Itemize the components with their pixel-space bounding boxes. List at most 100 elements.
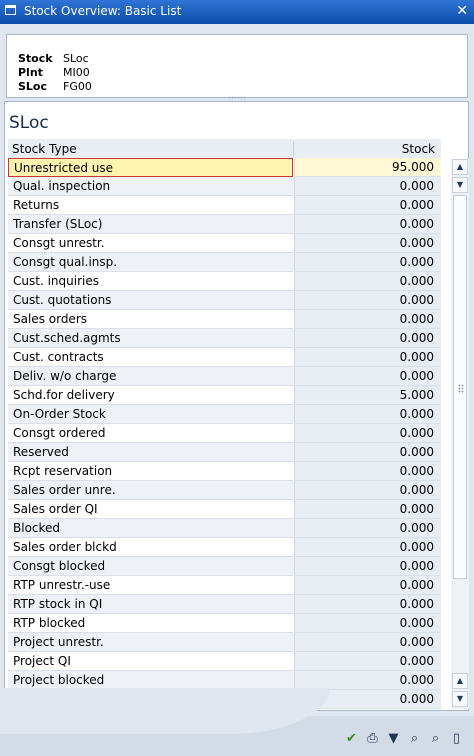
print-icon[interactable]: ⎙ <box>363 730 382 749</box>
stock-quantity-cell[interactable]: 0.000 <box>294 291 441 310</box>
stock-quantity-cell[interactable]: 0.000 <box>294 367 441 386</box>
stock-type-cell[interactable]: Project QI <box>8 652 293 671</box>
stock-type-cell[interactable]: Consgt qual.insp. <box>8 253 293 272</box>
stock-type-cell[interactable]: RTP unrestr.-use <box>8 576 293 595</box>
table-row[interactable]: RTP stock in QI 0.000 <box>8 595 441 614</box>
stock-quantity-cell[interactable]: 0.000 <box>294 196 441 215</box>
table-row[interactable]: Project unrestr. 0.000 <box>8 633 441 652</box>
stock-type-cell[interactable]: Cust. quotations <box>8 291 293 310</box>
table-row[interactable]: Deliv. w/o charge 0.000 <box>8 367 441 386</box>
stock-type-cell[interactable]: On-Order Stock <box>8 405 293 424</box>
stock-type-cell[interactable]: Sales orders <box>8 310 293 329</box>
table-row[interactable]: Sales order blckd 0.000 <box>8 538 441 557</box>
stock-quantity-cell[interactable]: 0.000 <box>294 557 441 576</box>
stock-type-cell[interactable]: Consgt ordered <box>8 424 293 443</box>
stock-quantity-cell[interactable]: 0.000 <box>294 652 441 671</box>
stock-quantity-cell[interactable]: 0.000 <box>294 614 441 633</box>
find-icon[interactable]: ⌕ <box>405 730 424 749</box>
table-row[interactable]: Consgt qual.insp. 0.000 <box>8 253 441 272</box>
table-row[interactable]: Reserved 0.000 <box>8 443 441 462</box>
scroll-thumb[interactable] <box>453 195 467 579</box>
stock-quantity-cell[interactable]: 0.000 <box>294 538 441 557</box>
confirm-icon[interactable]: ✔ <box>342 730 361 749</box>
table-row[interactable]: Blocked 0.000 <box>8 519 441 538</box>
table-row[interactable]: Sales order unre. 0.000 <box>8 481 441 500</box>
stock-quantity-cell[interactable]: 0.000 <box>294 329 441 348</box>
stock-quantity-cell[interactable]: 0.000 <box>294 253 441 272</box>
stock-quantity-cell[interactable]: 0.000 <box>294 310 441 329</box>
stock-type-cell[interactable]: Rcpt reservation <box>8 462 293 481</box>
stock-type-cell[interactable]: Transfer (SLoc) <box>8 215 293 234</box>
table-row[interactable]: On-Order Stock 0.000 <box>8 405 441 424</box>
table-row[interactable]: RTP unrestr.-use 0.000 <box>8 576 441 595</box>
stock-type-cell[interactable]: Schd.for delivery <box>8 386 293 405</box>
table-row[interactable]: Cust.sched.agmts 0.000 <box>8 329 441 348</box>
scroll-up-icon[interactable]: ▲ <box>452 159 468 175</box>
stock-type-cell[interactable]: Blocked <box>8 519 293 538</box>
stock-type-cell[interactable]: Qual. inspection <box>8 177 293 196</box>
new-page-icon[interactable]: ▯ <box>447 730 466 749</box>
stock-type-cell[interactable]: Consgt unrestr. <box>8 234 293 253</box>
table-row[interactable]: RTP blocked 0.000 <box>8 614 441 633</box>
stock-type-cell[interactable]: Returns <box>8 196 293 215</box>
column-header-stock-type[interactable]: Stock Type <box>12 142 77 156</box>
column-header-stock[interactable]: Stock <box>402 142 435 156</box>
table-body: Unrestricted use 95.000 Qual. inspection 0.… <box>8 158 441 709</box>
stock-type-cell[interactable]: Project unrestr. <box>8 633 293 652</box>
stock-type-cell[interactable]: Reserved <box>8 443 293 462</box>
table-row[interactable]: Qual. inspection 0.000 <box>8 177 441 196</box>
find-next-icon[interactable]: ⌕ <box>426 730 445 749</box>
stock-quantity-cell[interactable]: 0.000 <box>294 405 441 424</box>
stock-type-cell[interactable]: Consgt blocked <box>8 557 293 576</box>
stock-quantity-cell[interactable]: 0.000 <box>294 576 441 595</box>
table-row[interactable]: Schd.for delivery 5.000 <box>8 386 441 405</box>
stock-type-cell[interactable]: Deliv. w/o charge <box>8 367 293 386</box>
table-row[interactable]: Cust. contracts 0.000 <box>8 348 441 367</box>
table-row[interactable]: Returns 0.000 <box>8 196 441 215</box>
stock-type-cell[interactable]: Unrestricted use <box>8 158 293 177</box>
table-row[interactable]: Unrestricted use 95.000 <box>8 158 441 177</box>
stock-quantity-cell[interactable]: 0.000 <box>294 272 441 291</box>
stock-quantity-cell[interactable]: 0.000 <box>294 215 441 234</box>
stock-quantity-cell[interactable]: 0.000 <box>294 519 441 538</box>
stock-quantity-cell[interactable]: 0.000 <box>294 234 441 253</box>
table-row[interactable]: Project QI 0.000 <box>8 652 441 671</box>
close-icon[interactable]: ✕ <box>456 3 468 19</box>
stock-type-cell[interactable]: Cust. inquiries <box>8 272 293 291</box>
stock-quantity-cell[interactable]: 0.000 <box>294 481 441 500</box>
stock-type-cell[interactable]: Sales order unre. <box>8 481 293 500</box>
table-row[interactable]: Sales orders 0.000 <box>8 310 441 329</box>
stock-quantity-cell[interactable]: 5.000 <box>294 386 441 405</box>
stock-quantity-cell[interactable]: 0.000 <box>294 424 441 443</box>
stock-type-cell[interactable]: Cust.sched.agmts <box>8 329 293 348</box>
scroll-page-up-icon[interactable]: ▲ <box>452 673 468 689</box>
filter-icon[interactable]: ▼ <box>384 730 403 749</box>
bottom-toolbar: ✔ ⎙ ▼ ⌕ ⌕ ▯ <box>342 730 468 750</box>
stock-quantity-cell[interactable]: 0.000 <box>294 462 441 481</box>
table-row[interactable]: Consgt unrestr. 0.000 <box>8 234 441 253</box>
stock-type-cell[interactable]: Cust. contracts <box>8 348 293 367</box>
table-row[interactable]: Consgt ordered 0.000 <box>8 424 441 443</box>
vertical-scrollbar[interactable]: ▲ ▼ ▲ ▼ <box>451 159 469 709</box>
stock-quantity-cell[interactable]: 0.000 <box>294 500 441 519</box>
column-divider[interactable] <box>293 141 294 156</box>
scroll-down-icon[interactable]: ▼ <box>452 177 468 193</box>
stock-quantity-cell[interactable]: 0.000 <box>294 595 441 614</box>
stock-quantity-cell[interactable]: 0.000 <box>294 348 441 367</box>
stock-quantity-cell[interactable]: 0.000 <box>294 177 441 196</box>
stock-quantity-cell[interactable]: 95.000 <box>294 158 441 177</box>
stock-type-cell[interactable]: RTP blocked <box>8 614 293 633</box>
table-row[interactable]: Transfer (SLoc) 0.000 <box>8 215 441 234</box>
panel-splitter-handle[interactable] <box>228 96 246 100</box>
stock-type-cell[interactable]: Sales order blckd <box>8 538 293 557</box>
stock-type-cell[interactable]: Sales order QI <box>8 500 293 519</box>
table-row[interactable]: Cust. quotations 0.000 <box>8 291 441 310</box>
stock-quantity-cell[interactable]: 0.000 <box>294 443 441 462</box>
stock-type-cell[interactable]: RTP stock in QI <box>8 595 293 614</box>
table-row[interactable]: Consgt blocked 0.000 <box>8 557 441 576</box>
table-row[interactable]: Cust. inquiries 0.000 <box>8 272 441 291</box>
table-row[interactable]: Rcpt reservation 0.000 <box>8 462 441 481</box>
table-row[interactable]: Sales order QI 0.000 <box>8 500 441 519</box>
scroll-page-down-icon[interactable]: ▼ <box>452 691 468 707</box>
stock-quantity-cell[interactable]: 0.000 <box>294 633 441 652</box>
